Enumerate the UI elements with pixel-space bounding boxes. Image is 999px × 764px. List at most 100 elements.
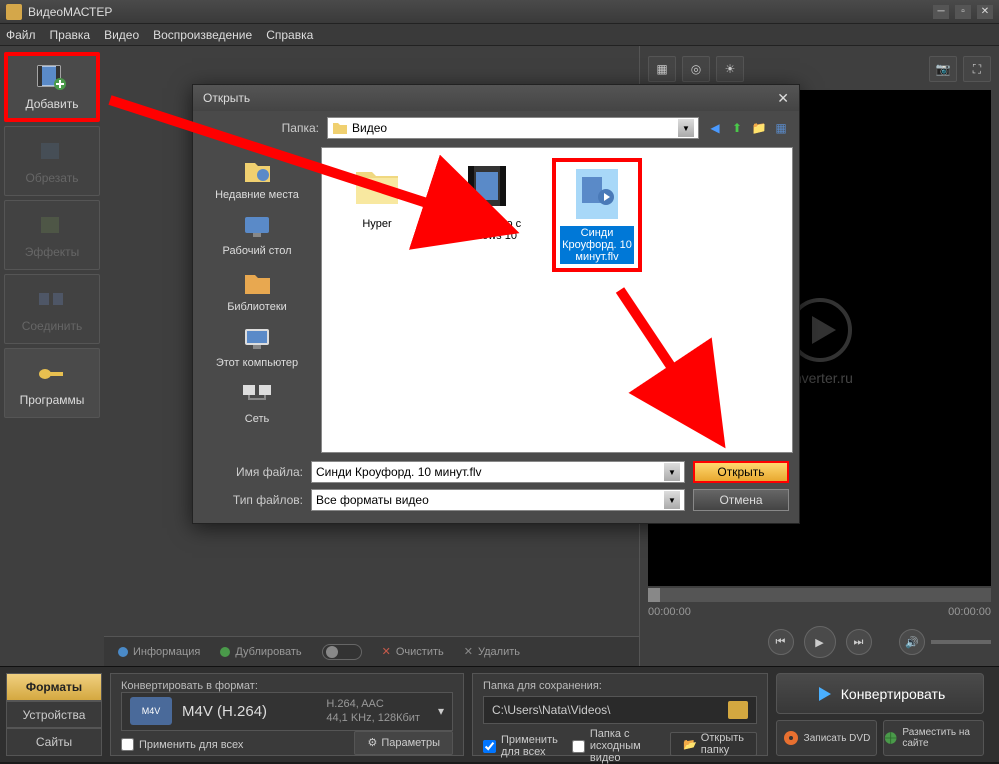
source-folder-checkbox[interactable]: Папка с исходным видео	[572, 728, 656, 764]
info-action[interactable]: Информация	[118, 646, 200, 658]
menu-help[interactable]: Справка	[266, 28, 313, 42]
gear-icon: ⚙	[367, 736, 377, 749]
file-hyper[interactable]: Hyper	[332, 158, 422, 230]
sidebar-crop-label: Обрезать	[26, 171, 79, 185]
menu-video[interactable]: Видео	[104, 28, 139, 42]
dialog-close-button[interactable]: ✕	[777, 90, 789, 107]
toggle-switch[interactable]	[322, 644, 362, 660]
app-title: ВидеоМАСТЕР	[28, 5, 933, 19]
format-badge: M4V	[130, 697, 172, 725]
tab-devices[interactable]: Устройства	[6, 701, 102, 729]
circle-icon[interactable]: ◎	[682, 56, 710, 82]
chevron-down-icon[interactable]: ▼	[678, 119, 694, 137]
sidebar-add-button[interactable]: Добавить	[4, 52, 100, 122]
place-network[interactable]: Сеть	[193, 375, 321, 429]
play-icon	[815, 685, 833, 703]
next-button[interactable]: ⏭	[846, 629, 872, 655]
browse-folder-icon[interactable]	[728, 701, 748, 719]
delete-action[interactable]: ✕Удалить	[464, 645, 520, 658]
sidebar-join-label: Соединить	[22, 319, 83, 333]
cancel-button[interactable]: Отмена	[693, 489, 789, 511]
minimize-button[interactable]: ─	[933, 5, 949, 19]
apply-all-folder-checkbox[interactable]: Применить для всех	[483, 734, 558, 758]
burn-dvd-button[interactable]: Записать DVD	[776, 720, 877, 756]
file-browser[interactable]: Hyper Знакомство с Windows 10 Синди Кроу…	[321, 147, 793, 453]
bottom-panel: Форматы Устройства Сайты Конвертировать …	[0, 666, 999, 762]
open-button[interactable]: Открыть	[693, 461, 789, 483]
view-icon[interactable]: ▦	[773, 120, 789, 136]
place-recent[interactable]: Недавние места	[193, 151, 321, 205]
tab-sites[interactable]: Сайты	[6, 728, 102, 756]
folder-label: Папка:	[203, 121, 319, 135]
save-folder-label: Папка для сохранения:	[483, 680, 757, 692]
format-selector[interactable]: M4V M4V (H.264) H.264, AAC 44,1 KHz, 128…	[121, 692, 453, 731]
sidebar-join-button[interactable]: Соединить	[4, 274, 100, 344]
format-line1: H.264, AAC	[326, 697, 420, 711]
volume-slider[interactable]	[931, 640, 991, 644]
menu-play[interactable]: Воспроизведение	[153, 28, 252, 42]
format-name: M4V (H.264)	[182, 703, 267, 720]
file-cindy[interactable]: Синди Кроуфорд. 10 минут.flv	[552, 158, 642, 272]
save-folder-panel: Папка для сохранения: C:\Users\Nata\Vide…	[472, 673, 768, 756]
back-icon[interactable]: ◀	[707, 120, 723, 136]
scissors-icon	[34, 137, 70, 167]
sidebar-programs-button[interactable]: Программы	[4, 348, 100, 418]
apply-all-checkbox[interactable]: Применить для всех	[121, 738, 243, 751]
key-icon	[34, 359, 70, 389]
menu-file[interactable]: Файл	[6, 28, 36, 42]
camera-icon[interactable]: 📷	[929, 56, 957, 82]
menu-edit[interactable]: Правка	[50, 28, 91, 42]
sidebar-programs-label: Программы	[20, 393, 85, 407]
filename-label: Имя файла:	[203, 465, 303, 479]
tab-formats[interactable]: Форматы	[6, 673, 102, 701]
publish-button[interactable]: Разместить на сайте	[883, 720, 984, 756]
time-current: 00:00:00	[648, 606, 691, 618]
clear-action[interactable]: ✕Очистить	[382, 645, 444, 658]
open-folder-button[interactable]: 📂Открыть папку	[670, 732, 757, 756]
sidebar-crop-button[interactable]: Обрезать	[4, 126, 100, 196]
sidebar-effects-button[interactable]: Эффекты	[4, 200, 100, 270]
preview-toolbar: ▦ ◎ ☀ 📷 ⛶	[648, 54, 991, 84]
play-button[interactable]: ▶	[804, 626, 836, 658]
brightness-icon[interactable]: ☀	[716, 56, 744, 82]
maximize-button[interactable]: ▫	[955, 5, 971, 19]
seek-bar[interactable]	[648, 588, 991, 602]
dialog-titlebar: Открыть ✕	[193, 85, 799, 111]
sidebar-effects-label: Эффекты	[25, 245, 80, 259]
format-tabs: Форматы Устройства Сайты	[6, 673, 102, 756]
place-libraries[interactable]: Библиотеки	[193, 263, 321, 317]
effects-icon	[34, 211, 70, 241]
up-icon[interactable]: ⬆	[729, 120, 745, 136]
place-computer[interactable]: Этот компьютер	[193, 319, 321, 373]
new-folder-icon[interactable]: 📁	[751, 120, 767, 136]
close-window-button[interactable]: ✕	[977, 5, 993, 19]
volume-icon[interactable]: 🔊	[899, 629, 925, 655]
filename-input[interactable]: Синди Кроуфорд. 10 минут.flv▼	[311, 461, 685, 483]
join-icon	[34, 285, 70, 315]
open-dialog: Открыть ✕ Папка: Видео ▼ ◀ ⬆ 📁 ▦ Недавни…	[192, 84, 800, 524]
grid-icon[interactable]: ▦	[648, 56, 676, 82]
params-button[interactable]: ⚙Параметры	[354, 731, 453, 755]
format-panel: Конвертировать в формат: M4V M4V (H.264)…	[110, 673, 464, 756]
place-desktop[interactable]: Рабочий стол	[193, 207, 321, 261]
folder-icon	[332, 121, 348, 135]
convert-button[interactable]: Конвертировать	[776, 673, 984, 714]
sidebar: Добавить Обрезать Эффекты Соединить Прог…	[0, 46, 104, 666]
time-total: 00:00:00	[948, 606, 991, 618]
titlebar: ВидеоМАСТЕР ─ ▫ ✕	[0, 0, 999, 24]
disc-icon	[783, 730, 799, 746]
film-plus-icon	[34, 63, 70, 93]
action-bar: Информация Дублировать ✕Очистить ✕Удалит…	[104, 636, 639, 666]
format-line2: 44,1 KHz, 128Кбит	[326, 711, 420, 725]
file-windows10[interactable]: Знакомство с Windows 10	[442, 158, 532, 242]
fullscreen-icon[interactable]: ⛶	[963, 56, 991, 82]
filetype-select[interactable]: Все форматы видео▼	[311, 489, 685, 511]
chevron-down-icon: ▾	[438, 704, 444, 718]
player-controls: ⏮ ▶ ⏭ 🔊	[648, 626, 991, 658]
folder-combo[interactable]: Видео ▼	[327, 117, 699, 139]
prev-button[interactable]: ⏮	[768, 629, 794, 655]
convert-to-label: Конвертировать в формат:	[121, 680, 453, 692]
duplicate-action[interactable]: Дублировать	[220, 646, 301, 658]
convert-section: Конвертировать Записать DVD Разместить н…	[776, 673, 984, 756]
save-folder-input[interactable]: C:\Users\Nata\Videos\	[483, 696, 757, 724]
